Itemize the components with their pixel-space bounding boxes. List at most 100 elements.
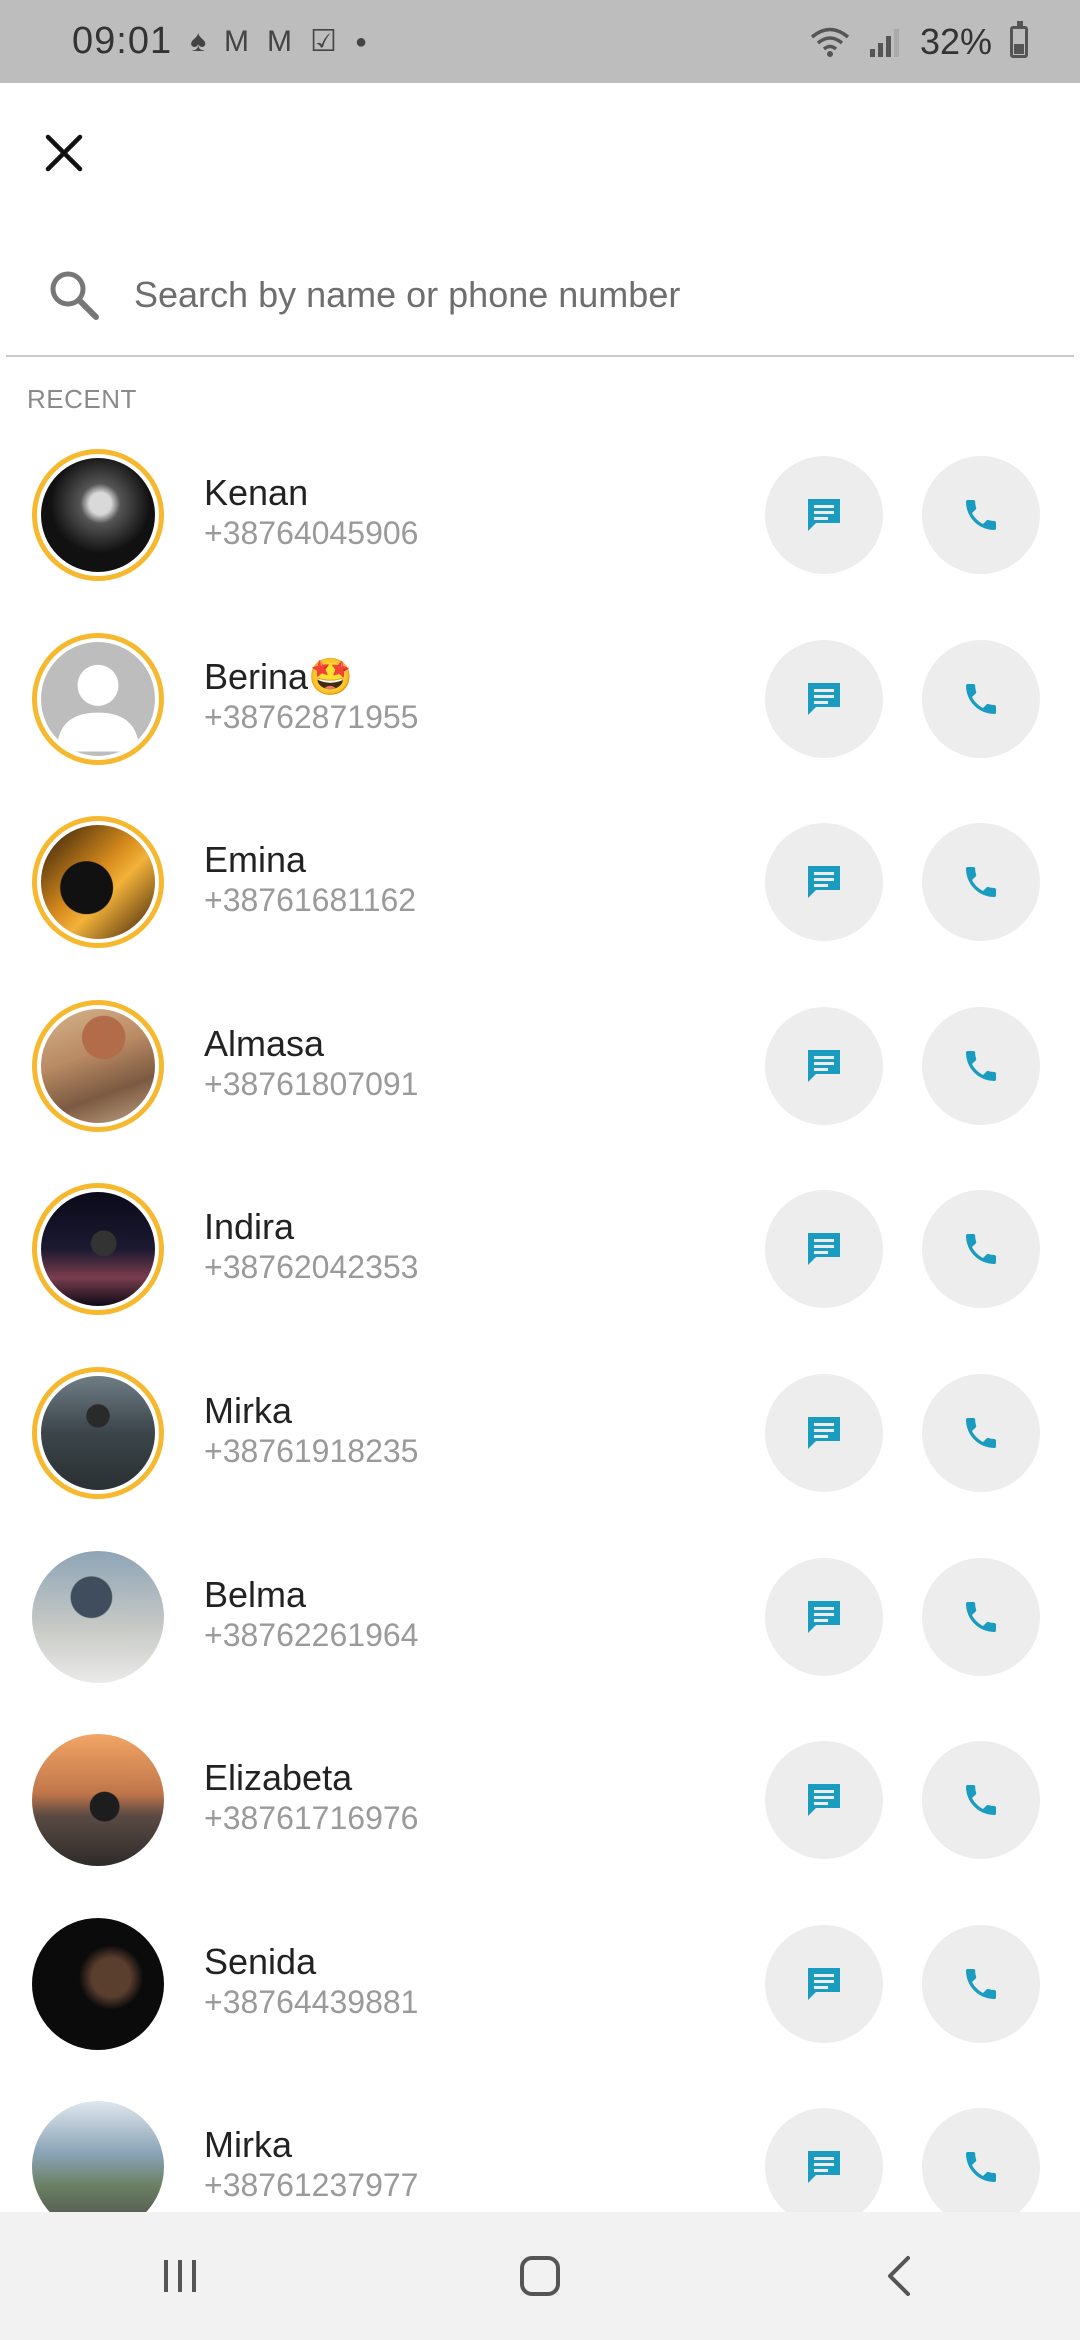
recents-icon bbox=[164, 2260, 196, 2292]
message-button[interactable] bbox=[765, 456, 883, 574]
contact-row[interactable]: Kenan +38764045906 bbox=[0, 432, 1080, 616]
contact-phone: +38762042353 bbox=[204, 1249, 419, 1286]
contact-phone: +38762871955 bbox=[204, 698, 419, 735]
avatar-story-ring bbox=[32, 816, 164, 949]
back-button[interactable] bbox=[850, 2226, 950, 2326]
search-input[interactable] bbox=[132, 263, 1036, 327]
signal-icon bbox=[869, 28, 899, 57]
phone-icon bbox=[966, 683, 996, 714]
message-icon bbox=[808, 1784, 840, 1817]
avatar-story-ring bbox=[32, 1366, 164, 1499]
call-button[interactable] bbox=[922, 1924, 1040, 2043]
phone-icon bbox=[966, 1601, 996, 1632]
call-button[interactable] bbox=[922, 1006, 1040, 1125]
contact-name: Emina bbox=[204, 839, 307, 881]
phone-icon bbox=[966, 1968, 996, 1999]
message-icon bbox=[808, 1049, 840, 1082]
message-button[interactable] bbox=[765, 1373, 883, 1492]
close-button[interactable] bbox=[36, 125, 92, 181]
contact-row[interactable]: Elizabeta +38761716976 bbox=[0, 1717, 1080, 1901]
phone-icon bbox=[966, 500, 996, 530]
contact-name: Mirka bbox=[204, 2124, 292, 2166]
avatar bbox=[41, 641, 155, 756]
contact-row[interactable]: Almasa +38761807091 bbox=[0, 983, 1080, 1167]
contact-phone: +38762261964 bbox=[204, 1616, 419, 1653]
call-button[interactable] bbox=[922, 1190, 1040, 1309]
back-icon bbox=[888, 2256, 910, 2296]
avatar-story-ring bbox=[32, 999, 164, 1132]
default-avatar-icon bbox=[56, 664, 140, 752]
call-button[interactable] bbox=[922, 1741, 1040, 1860]
message-button[interactable] bbox=[765, 1557, 883, 1676]
avatar-ring bbox=[32, 1550, 164, 1683]
contact-phone: +38761716976 bbox=[204, 1800, 419, 1837]
phone-icon bbox=[966, 1785, 996, 1816]
status-time: 09:01 bbox=[72, 20, 173, 62]
call-button[interactable] bbox=[922, 639, 1040, 758]
message-button[interactable] bbox=[765, 639, 883, 758]
message-button[interactable] bbox=[765, 823, 883, 942]
search-bar bbox=[6, 245, 1074, 357]
phone-icon bbox=[966, 2152, 996, 2183]
wifi-icon bbox=[810, 27, 850, 57]
contact-row[interactable]: Senida +38764439881 bbox=[0, 1901, 1080, 2085]
contact-row[interactable]: Mirka +38761918235 bbox=[0, 1350, 1080, 1534]
avatar-ring bbox=[32, 1734, 164, 1867]
avatar-story-ring bbox=[32, 449, 164, 581]
phone-icon bbox=[966, 1417, 996, 1448]
contact-row[interactable]: Emina +38761681162 bbox=[0, 799, 1080, 983]
home-icon bbox=[520, 2256, 560, 2296]
status-bar-left: 09:01 ♠ M M ☑ ● bbox=[72, 20, 367, 63]
phone-icon bbox=[966, 1234, 996, 1265]
home-button[interactable] bbox=[490, 2226, 590, 2326]
call-button[interactable] bbox=[922, 823, 1040, 942]
contact-name: Berina🤩 bbox=[204, 655, 353, 697]
call-button[interactable] bbox=[922, 2108, 1040, 2227]
message-icon bbox=[808, 1600, 840, 1633]
message-button[interactable] bbox=[765, 1924, 883, 2043]
message-button[interactable] bbox=[765, 1741, 883, 1860]
message-icon bbox=[808, 1967, 840, 2000]
contact-phone: +38761237977 bbox=[204, 2167, 419, 2204]
contact-name: Belma bbox=[204, 1573, 307, 1615]
call-button[interactable] bbox=[922, 1373, 1040, 1492]
call-button[interactable] bbox=[922, 456, 1040, 574]
call-button[interactable] bbox=[922, 1557, 1040, 1676]
contact-row[interactable]: Belma +38762261964 bbox=[0, 1534, 1080, 1718]
contact-name: Senida bbox=[204, 1940, 317, 1982]
close-icon bbox=[45, 134, 83, 172]
message-icon bbox=[808, 2151, 840, 2184]
status-bar: 09:01 ♠ M M ☑ ● 32% bbox=[0, 0, 1080, 83]
contact-phone: +38764439881 bbox=[204, 1983, 419, 2020]
message-icon bbox=[808, 866, 840, 899]
avatar bbox=[41, 825, 155, 940]
avatar bbox=[32, 1734, 164, 1867]
contact-name: Kenan bbox=[204, 472, 309, 513]
message-icon bbox=[808, 682, 840, 715]
message-button[interactable] bbox=[765, 1190, 883, 1309]
avatar bbox=[41, 458, 155, 572]
section-label-recent: RECENT bbox=[27, 384, 137, 414]
avatar bbox=[32, 1917, 164, 2050]
avatar-story-ring bbox=[32, 1183, 164, 1316]
contact-name: Elizabeta bbox=[204, 1757, 353, 1799]
avatar bbox=[41, 1375, 155, 1490]
contact-row[interactable]: Berina🤩 +38762871955 bbox=[0, 616, 1080, 800]
contact-name: Almasa bbox=[204, 1022, 325, 1064]
checkbox-icon: ☑ bbox=[310, 24, 337, 58]
contact-row[interactable]: Indira +38762042353 bbox=[0, 1166, 1080, 1350]
battery-icon bbox=[1010, 20, 1028, 58]
phone-icon bbox=[966, 1050, 996, 1081]
dot-icon: ● bbox=[354, 30, 368, 53]
avatar-ring bbox=[32, 1917, 164, 2050]
contact-list: Kenan +38764045906 Berina🤩 +38762871955 … bbox=[0, 432, 1080, 2268]
avatar-story-ring bbox=[32, 632, 164, 765]
contact-phone: +38761918235 bbox=[204, 1432, 419, 1469]
avatar bbox=[32, 1550, 164, 1683]
phone-icon bbox=[966, 867, 996, 898]
message-button[interactable] bbox=[765, 2108, 883, 2227]
contact-phone: +38764045906 bbox=[204, 515, 419, 551]
recents-button[interactable] bbox=[130, 2226, 230, 2326]
battery-percent: 32% bbox=[919, 20, 992, 62]
message-button[interactable] bbox=[765, 1006, 883, 1125]
